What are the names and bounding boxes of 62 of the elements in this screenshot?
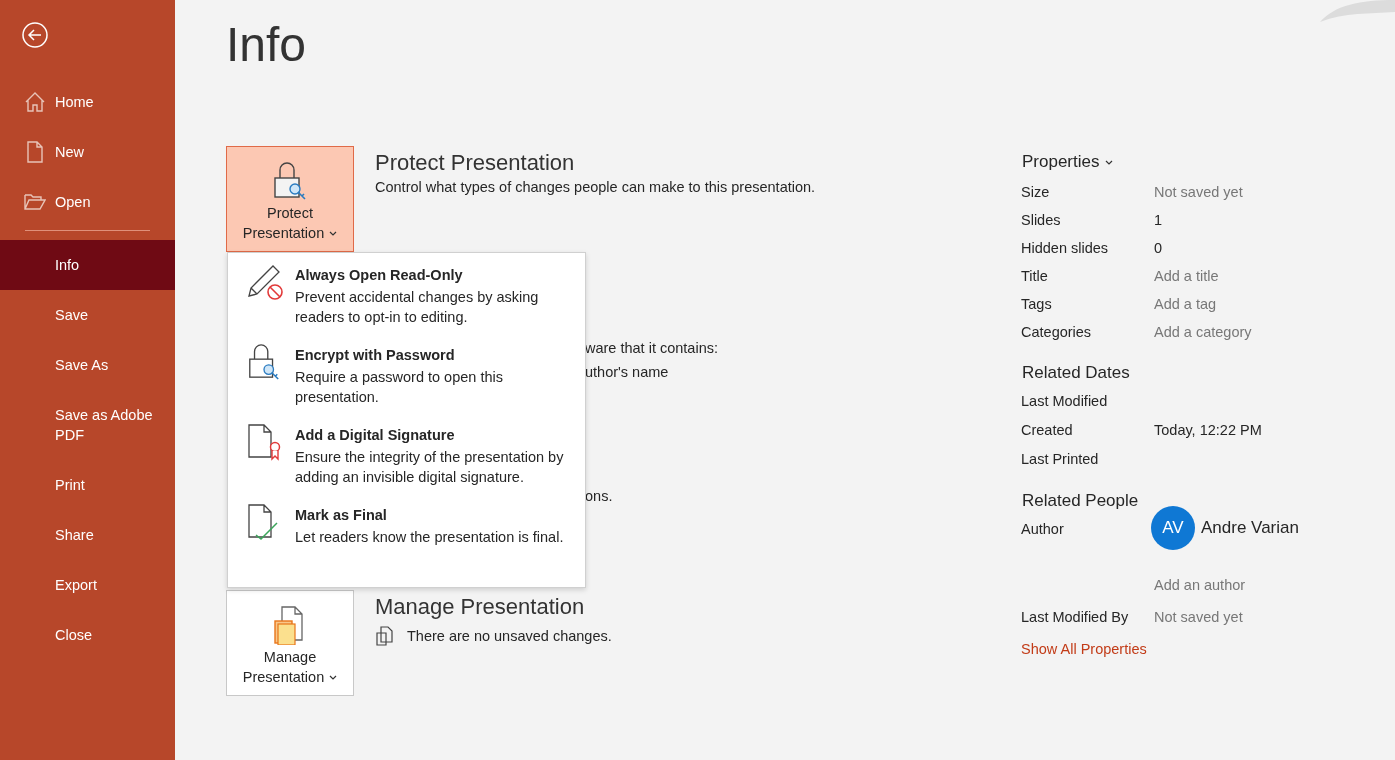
sidebar-item[interactable]: Open (0, 177, 175, 227)
property-label: Slides (1021, 211, 1062, 230)
property-label: Categories (1021, 323, 1093, 342)
property-label: Created (1021, 421, 1074, 440)
property-value[interactable]: Add a category (1154, 318, 1252, 346)
property-value[interactable]: Add a tag (1154, 290, 1217, 318)
sidebar-item[interactable]: Save as Adobe PDF (0, 390, 175, 460)
chevron-down-icon (329, 675, 338, 682)
property-value: 0 (1154, 239, 1163, 258)
avatar: AV (1151, 506, 1195, 550)
protect-presentation-button[interactable]: Protect Presentation (226, 146, 354, 252)
property-label: Last Modified By (1021, 608, 1130, 627)
partial-text: uthor's name (585, 363, 670, 382)
pencil-prohibited-icon (246, 263, 284, 301)
back-icon[interactable] (22, 22, 48, 48)
show-all-properties-link[interactable]: Show All Properties (1021, 641, 1147, 657)
property-label: Hidden slides (1021, 239, 1110, 258)
property-value: Not saved yet (1154, 608, 1243, 627)
home-icon (24, 91, 46, 113)
property-label: Title (1021, 267, 1049, 286)
sidebar-item[interactable]: Close (0, 610, 175, 660)
sidebar-item[interactable]: Home (0, 77, 175, 127)
properties-heading[interactable]: Properties (1022, 151, 1351, 173)
menu-item[interactable]: Encrypt with Password Require a password to open this presentation. (228, 341, 585, 421)
section-heading: Related People (1022, 490, 1140, 512)
page-title: Info (226, 17, 308, 73)
sidebar-item[interactable]: New (0, 127, 175, 177)
sidebar-item[interactable]: Info (0, 240, 175, 290)
partial-text: ware that it contains: (585, 339, 719, 358)
status-text: There are no unsaved changes. (407, 628, 612, 644)
lock-key-icon (246, 343, 282, 381)
property-label: Tags (1021, 295, 1053, 314)
add-author-field[interactable]: Add an author (1154, 571, 1246, 599)
documents-icon (375, 626, 395, 646)
section-heading: Manage Presentation (375, 593, 586, 621)
document-ribbon-icon (246, 423, 282, 461)
property-value: 1 (1154, 211, 1163, 230)
property-label: Author (1021, 520, 1065, 539)
menu-item[interactable]: Add a Digital Signature Ensure the integrity of the presentation by adding an invisible digital signature. (228, 421, 585, 501)
menu-item[interactable]: Mark as Final Let readers know the presentation is final. (228, 501, 585, 581)
menu-item[interactable]: Always Open Read-Only Prevent accidental changes by asking readers to opt-in to editing. (228, 261, 585, 341)
sidebar-item[interactable]: Share (0, 510, 175, 560)
manage-presentation-button[interactable]: Manage Presentation (226, 590, 354, 696)
property-value: Today, 12:22 PM (1154, 421, 1262, 440)
document-icon (24, 141, 46, 163)
chevron-down-icon (1105, 159, 1114, 166)
section-heading: Protect Presentation (375, 149, 576, 177)
author-name[interactable]: Andre Varian (1201, 514, 1299, 542)
property-label: Last Modified (1021, 392, 1109, 411)
folder-icon (24, 191, 46, 213)
sidebar-item[interactable]: Export (0, 560, 175, 610)
property-label: Last Printed (1021, 450, 1100, 469)
chevron-down-icon (329, 231, 338, 238)
section-heading: Related Dates (1022, 362, 1131, 384)
section-description: Control what types of changes people can make to this presentation. (375, 179, 816, 195)
property-label: Size (1021, 183, 1051, 202)
sidebar-item[interactable]: Save (0, 290, 175, 340)
property-value[interactable]: Add a title (1154, 262, 1219, 290)
sidebar-item[interactable]: Print (0, 460, 175, 510)
property-value[interactable]: Not saved yet (1154, 178, 1243, 206)
sidebar-item[interactable]: Save As (0, 340, 175, 390)
partial-text: ons. (585, 487, 614, 506)
